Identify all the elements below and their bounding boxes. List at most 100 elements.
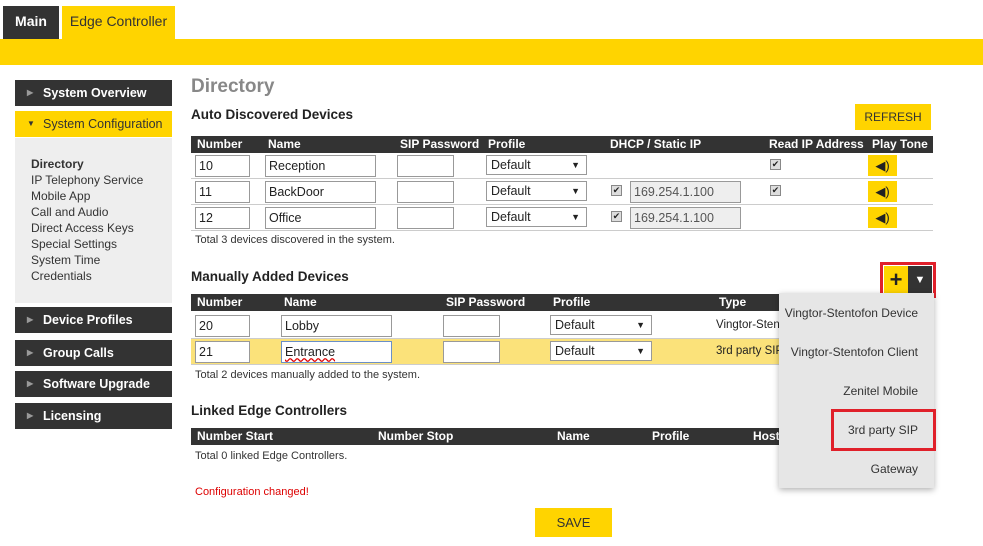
col-number-stop: Number Stop: [378, 429, 454, 443]
manual-section-title: Manually Added Devices: [191, 269, 349, 284]
col-number-start: Number Start: [197, 429, 274, 443]
profile-select[interactable]: Default ▼: [486, 207, 587, 227]
name-input[interactable]: Entrance: [281, 341, 392, 363]
table-row: 10 Reception Default ▼ ✔ ◀): [191, 153, 933, 179]
submenu-ip-telephony[interactable]: IP Telephony Service: [31, 172, 172, 188]
submenu-direct-access-keys[interactable]: Direct Access Keys: [31, 220, 172, 236]
label: Licensing: [43, 409, 102, 423]
sidebar-item-licensing[interactable]: ▶ Licensing: [15, 403, 172, 429]
profile-select[interactable]: Default ▼: [550, 315, 652, 335]
profile-value: Default: [555, 318, 595, 332]
chevron-right-icon: ▶: [27, 411, 34, 420]
sidebar-item-system-configuration[interactable]: ▼ System Configuration: [15, 111, 172, 137]
label: System Configuration: [43, 117, 163, 131]
table-row: 11 BackDoor Default ▼ ✔ 169.254.1.100 ✔ ◀): [191, 179, 933, 205]
menu-item-zenitel-mobile[interactable]: Zenitel Mobile: [843, 384, 918, 398]
caret-down-icon: ▼: [571, 212, 580, 222]
number-input[interactable]: 10: [195, 155, 250, 177]
add-device-menu: Vingtor-Stentofon Device Vingtor-Stentof…: [779, 293, 934, 488]
highlight-3rd-party-sip: [831, 409, 936, 451]
profile-value: Default: [491, 158, 531, 172]
sip-password-input[interactable]: [443, 341, 500, 363]
speaker-icon: ◀): [875, 184, 890, 199]
play-tone-button[interactable]: ◀): [868, 181, 897, 202]
number-input[interactable]: 20: [195, 315, 250, 337]
submenu-credentials[interactable]: Credentials: [31, 268, 172, 284]
status-message: Configuration changed!: [195, 486, 309, 498]
col-number: Number: [197, 137, 243, 151]
tab-main[interactable]: Main: [3, 6, 59, 39]
sip-password-input[interactable]: [397, 207, 454, 229]
read-ip-checkbox[interactable]: ✔: [770, 159, 781, 170]
submenu-mobile-app[interactable]: Mobile App: [31, 188, 172, 204]
profile-select[interactable]: Default ▼: [486, 155, 587, 175]
read-ip-checkbox[interactable]: ✔: [770, 185, 781, 196]
submenu-special-settings[interactable]: Special Settings: [31, 236, 172, 252]
menu-item-vingtor-client[interactable]: Vingtor-Stentofon Client: [791, 345, 918, 359]
refresh-button[interactable]: REFRESH: [855, 104, 931, 130]
speaker-icon: ◀): [875, 158, 890, 173]
chevron-right-icon: ▶: [27, 379, 34, 388]
col-name: Name: [284, 295, 317, 309]
col-host: Host: [753, 429, 780, 443]
sidebar-item-device-profiles[interactable]: ▶ Device Profiles: [15, 307, 172, 333]
auto-section-title: Auto Discovered Devices: [191, 107, 354, 122]
sip-password-input[interactable]: [443, 315, 500, 337]
sidebar-submenu: Directory IP Telephony Service Mobile Ap…: [15, 138, 172, 303]
chevron-right-icon: ▶: [27, 88, 34, 97]
col-name: Name: [557, 429, 590, 443]
profile-select[interactable]: Default ▼: [550, 341, 652, 361]
label: Group Calls: [43, 346, 114, 360]
col-profile: Profile: [488, 137, 526, 151]
auto-total: Total 3 devices discovered in the system…: [195, 234, 395, 246]
tab-edge-controller[interactable]: Edge Controller: [62, 6, 175, 39]
table-row: 12 Office Default ▼ ✔ 169.254.1.100 ◀): [191, 205, 933, 231]
chevron-down-icon: ▼: [27, 119, 35, 128]
label: System Overview: [43, 86, 147, 100]
name-input[interactable]: BackDoor: [265, 181, 376, 203]
caret-down-icon: ▼: [571, 186, 580, 196]
save-button[interactable]: SAVE: [535, 508, 612, 537]
col-name: Name: [268, 137, 301, 151]
play-tone-button[interactable]: ◀): [868, 207, 897, 228]
caret-down-icon: ▼: [571, 160, 580, 170]
sidebar-item-system-overview[interactable]: ▶ System Overview: [15, 80, 172, 106]
chevron-right-icon: ▶: [27, 348, 34, 357]
submenu-call-audio[interactable]: Call and Audio: [31, 204, 172, 220]
menu-item-vingtor-device[interactable]: Vingtor-Stentofon Device: [785, 306, 918, 320]
name-input[interactable]: Reception: [265, 155, 376, 177]
caret-down-icon: ▼: [636, 320, 645, 330]
col-profile: Profile: [553, 295, 591, 309]
name-input[interactable]: Office: [265, 207, 376, 229]
profile-value: Default: [491, 210, 531, 224]
page-title: Directory: [191, 76, 275, 97]
speaker-icon: ◀): [875, 210, 890, 225]
number-input[interactable]: 12: [195, 207, 250, 229]
col-profile: Profile: [652, 429, 690, 443]
menu-item-gateway[interactable]: Gateway: [871, 462, 918, 476]
number-input[interactable]: 11: [195, 181, 250, 203]
caret-down-icon: ▼: [636, 346, 645, 356]
sidebar-item-group-calls[interactable]: ▶ Group Calls: [15, 340, 172, 366]
col-sip-password: SIP Password: [400, 137, 480, 151]
sip-password-input[interactable]: [397, 181, 454, 203]
label: Software Upgrade: [43, 377, 150, 391]
header-bar: [0, 39, 983, 65]
submenu-system-time[interactable]: System Time: [31, 252, 172, 268]
auto-table-header: Number Name SIP Password Profile DHCP / …: [191, 136, 933, 153]
sidebar-item-software-upgrade[interactable]: ▶ Software Upgrade: [15, 371, 172, 397]
ip-input[interactable]: 169.254.1.100: [630, 207, 741, 229]
static-ip-checkbox[interactable]: ✔: [611, 185, 622, 196]
play-tone-button[interactable]: ◀): [868, 155, 897, 176]
sip-password-input[interactable]: [397, 155, 454, 177]
manual-total: Total 2 devices manually added to the sy…: [195, 369, 421, 381]
submenu-directory[interactable]: Directory: [31, 156, 172, 172]
col-dhcp-static: DHCP / Static IP: [610, 137, 702, 151]
number-input[interactable]: 21: [195, 341, 250, 363]
col-sip-password: SIP Password: [446, 295, 526, 309]
chevron-right-icon: ▶: [27, 315, 34, 324]
static-ip-checkbox[interactable]: ✔: [611, 211, 622, 222]
profile-select[interactable]: Default ▼: [486, 181, 587, 201]
name-input[interactable]: Lobby: [281, 315, 392, 337]
ip-input[interactable]: 169.254.1.100: [630, 181, 741, 203]
